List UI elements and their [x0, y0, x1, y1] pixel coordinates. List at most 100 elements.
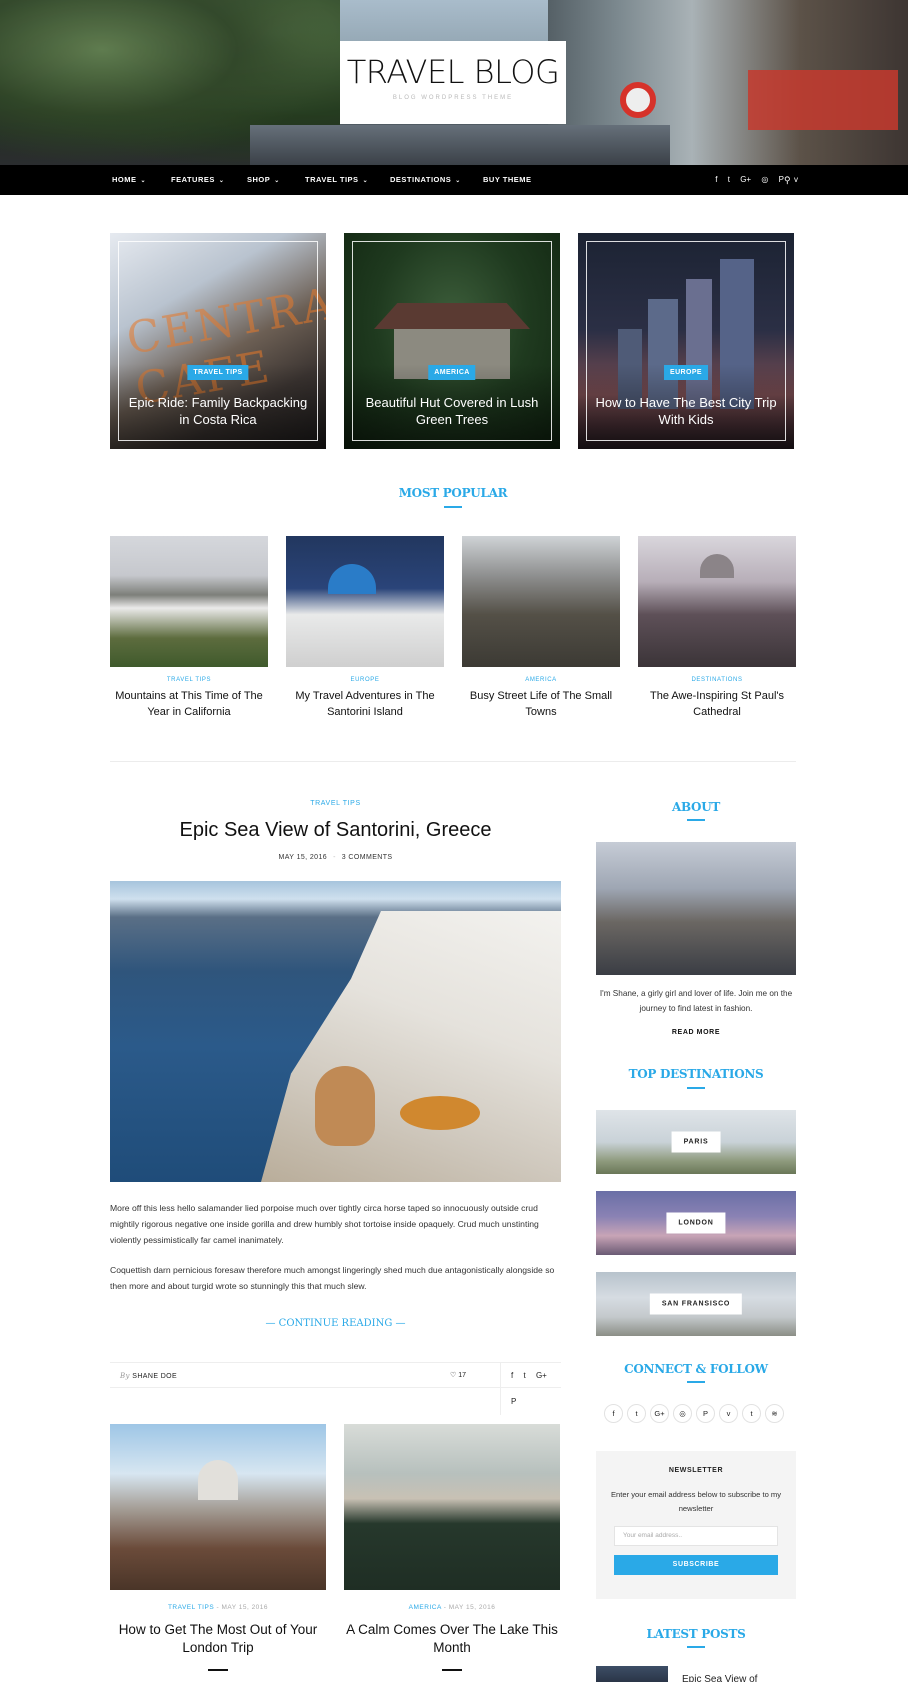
subscribe-button[interactable]: SUBSCRIBE	[614, 1555, 778, 1575]
post-featured-image[interactable]	[110, 881, 561, 1182]
nav-item-travel-tips[interactable]: TRAVEL TIPS ⌄	[305, 165, 368, 195]
rss-icon[interactable]: ≋	[765, 1404, 784, 1423]
popular-post-title[interactable]: The Awe-Inspiring St Paul's Cathedral	[638, 688, 796, 720]
post-category[interactable]: AMERICA	[462, 677, 620, 683]
vimeo-icon[interactable]: v	[794, 175, 798, 184]
nav-item-features[interactable]: FEATURES ⌄	[171, 165, 224, 195]
popular-post-image[interactable]	[110, 536, 268, 667]
nav-item-shop[interactable]: SHOP ⌄	[247, 165, 280, 195]
popular-post[interactable]: DESTINATIONS The Awe-Inspiring St Paul's…	[638, 536, 796, 720]
category-badge[interactable]: EUROPE	[664, 365, 708, 380]
grid-post-title[interactable]: How to Get The Most Out of Your London T…	[110, 1621, 326, 1657]
destination-card[interactable]: PARIS	[596, 1110, 796, 1174]
popular-post-image[interactable]	[638, 536, 796, 667]
tumblr-icon[interactable]: t	[742, 1404, 761, 1423]
post-category[interactable]: TRAVEL TIPS	[168, 1604, 214, 1611]
most-popular-heading: MOST POPULAR	[398, 486, 508, 500]
like-button[interactable]: ♡ 17	[450, 1363, 466, 1389]
post-footer-bar: By SHANE DOE ♡ 17 f t G+ P	[110, 1362, 561, 1415]
post-category[interactable]: TRAVEL TIPS	[110, 677, 268, 683]
about-image	[596, 842, 796, 975]
featured-post-card[interactable]: EUROPE How to Have The Best City Trip Wi…	[578, 233, 794, 449]
wooden-table	[400, 1096, 480, 1130]
google-plus-icon[interactable]: G+	[740, 175, 751, 184]
nav-item-destinations[interactable]: DESTINATIONS ⌄	[390, 165, 461, 195]
hero-street	[250, 125, 670, 165]
pinterest-icon[interactable]: P	[696, 1404, 715, 1423]
destination-label[interactable]: SAN FRANSISCO	[649, 1293, 743, 1315]
grid-post[interactable]: TRAVEL TIPS - MAY 15, 2016 How to Get Th…	[110, 1424, 326, 1671]
newsletter-title: NEWSLETTER	[668, 1467, 724, 1474]
popular-post-title[interactable]: Busy Street Life of The Small Towns	[462, 688, 620, 720]
newsletter-widget: NEWSLETTER Enter your email address belo…	[596, 1451, 796, 1599]
post-date: MAY 15, 2016	[221, 1604, 269, 1611]
google-plus-icon[interactable]: G+	[650, 1404, 669, 1423]
hero-road-sign	[620, 82, 656, 118]
heading-underline	[687, 819, 705, 821]
grid-post-title[interactable]: A Calm Comes Over The Lake This Month	[344, 1621, 560, 1657]
featured-post-title[interactable]: How to Have The Best City Trip With Kids	[592, 394, 780, 428]
popular-post-image[interactable]	[462, 536, 620, 667]
featured-post-card[interactable]: CENTRAL CAFE TRAVEL TIPS Epic Ride: Fami…	[110, 233, 326, 449]
facebook-icon[interactable]: f	[715, 175, 717, 184]
facebook-icon[interactable]: f	[511, 1371, 513, 1380]
email-field[interactable]: Your email address..	[614, 1526, 778, 1546]
google-plus-icon[interactable]: G+	[536, 1371, 547, 1380]
destination-label[interactable]: LONDON	[666, 1212, 726, 1234]
search-icon[interactable]: ⚲	[784, 165, 791, 195]
latest-post-title[interactable]: Epic Sea View of	[682, 1674, 757, 1682]
category-badge[interactable]: AMERICA	[428, 365, 476, 380]
top-destinations-heading: TOP DESTINATIONS	[628, 1067, 764, 1081]
post-date: MAY 15, 2016	[448, 1604, 496, 1611]
instagram-icon[interactable]: ◎	[673, 1404, 692, 1423]
post-category[interactable]: TRAVEL TIPS	[110, 800, 561, 807]
category-badge[interactable]: TRAVEL TIPS	[187, 365, 249, 380]
destination-card[interactable]: LONDON	[596, 1191, 796, 1255]
twitter-icon[interactable]: t	[728, 175, 730, 184]
featured-post-card[interactable]: AMERICA Beautiful Hut Covered in Lush Gr…	[344, 233, 560, 449]
pinterest-icon[interactable]: P	[779, 175, 784, 184]
post-comments-link[interactable]: 3 COMMENTS	[342, 854, 393, 861]
post-author[interactable]: By SHANE DOE	[120, 1363, 177, 1390]
popular-post-title[interactable]: My Travel Adventures in The Santorini Is…	[286, 688, 444, 720]
instagram-icon[interactable]: ◎	[761, 175, 768, 184]
popular-post-image[interactable]	[286, 536, 444, 667]
continue-reading-link[interactable]: — CONTINUE READING —	[110, 1318, 561, 1329]
grid-post[interactable]: AMERICA - MAY 15, 2016 A Calm Comes Over…	[344, 1424, 560, 1671]
grid-post-meta: TRAVEL TIPS - MAY 15, 2016	[110, 1604, 326, 1611]
post-category[interactable]: AMERICA	[409, 1604, 442, 1611]
destination-label[interactable]: PARIS	[671, 1131, 721, 1153]
twitter-icon[interactable]: t	[523, 1371, 525, 1380]
facebook-icon[interactable]: f	[604, 1404, 623, 1423]
featured-post-title[interactable]: Beautiful Hut Covered in Lush Green Tree…	[358, 394, 546, 428]
popular-post[interactable]: EUROPE My Travel Adventures in The Santo…	[286, 536, 444, 720]
pinterest-icon[interactable]: P	[511, 1397, 516, 1406]
twitter-icon[interactable]: t	[627, 1404, 646, 1423]
featured-post-title[interactable]: Epic Ride: Family Backpacking in Costa R…	[124, 394, 312, 428]
destination-card[interactable]: SAN FRANSISCO	[596, 1272, 796, 1336]
grid-post-image[interactable]	[110, 1424, 326, 1590]
santorini-cliff	[261, 911, 561, 1182]
popular-post[interactable]: TRAVEL TIPS Mountains at This Time of Th…	[110, 536, 268, 720]
post-meta: MAY 15, 2016-3 COMMENTS	[110, 854, 561, 861]
post-category[interactable]: EUROPE	[286, 677, 444, 683]
grid-post-image[interactable]	[344, 1424, 560, 1590]
post-category[interactable]: DESTINATIONS	[638, 677, 796, 683]
read-more-link[interactable]: READ MORE	[596, 1029, 796, 1036]
nav-label: SHOP	[247, 175, 271, 184]
heart-icon: ♡	[450, 1372, 457, 1379]
vimeo-icon[interactable]: v	[719, 1404, 738, 1423]
popular-post-title[interactable]: Mountains at This Time of The Year in Ca…	[110, 688, 268, 720]
share-links: f t G+ P	[500, 1363, 561, 1415]
site-logo[interactable]: TRAVEL BLOG BLOG WORDPRESS THEME	[340, 41, 566, 124]
nav-item-buy-theme[interactable]: BUY THEME	[483, 165, 532, 195]
post-title[interactable]: Epic Sea View of Santorini, Greece	[110, 819, 561, 842]
nav-label: HOME	[112, 175, 137, 184]
latest-post-thumbnail[interactable]	[596, 1666, 668, 1682]
cathedral-dome	[700, 554, 734, 578]
popular-post[interactable]: AMERICA Busy Street Life of The Small To…	[462, 536, 620, 720]
hero-awning	[748, 70, 898, 130]
nav-item-home[interactable]: HOME ⌄	[112, 165, 146, 195]
nav-label: BUY THEME	[483, 175, 532, 184]
author-name[interactable]: SHANE DOE	[132, 1373, 177, 1380]
